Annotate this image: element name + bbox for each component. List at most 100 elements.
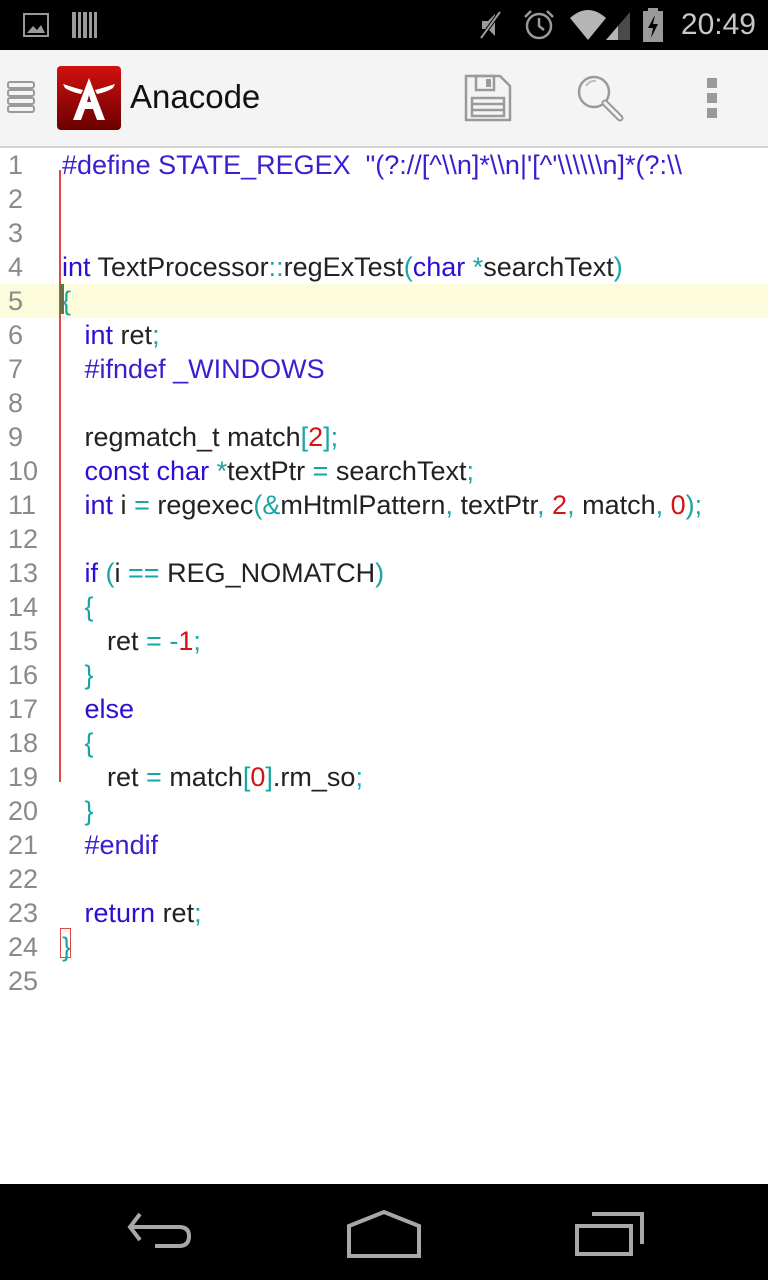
code-token: searchText <box>328 456 467 486</box>
code-line[interactable]: 10 const char *textPtr = searchText; <box>0 454 768 488</box>
home-button[interactable] <box>334 1204 434 1264</box>
code-line[interactable]: 19 ret = match[0].rm_so; <box>0 760 768 794</box>
code-token: 0 <box>670 490 686 520</box>
battery-charging-icon <box>640 0 666 50</box>
code-line[interactable]: 14 { <box>0 590 768 624</box>
code-line[interactable]: 21 #endif <box>0 828 768 862</box>
code-editor[interactable]: 1 #define STATE_REGEX "(?://[^\\n]*\\n|'[… <box>0 148 768 1182</box>
code-token: = <box>312 456 329 486</box>
code-text: if (i == REG_NOMATCH) <box>62 556 385 590</box>
code-token: = <box>146 762 162 792</box>
line-number: 5 <box>8 286 24 316</box>
code-token: { <box>84 728 94 758</box>
code-token: ret <box>62 762 147 792</box>
app-logo[interactable] <box>57 66 121 130</box>
line-number: 18 <box>8 728 39 758</box>
recent-apps-button[interactable] <box>560 1204 660 1264</box>
line-number: 8 <box>8 388 24 418</box>
code-line[interactable]: 4 int TextProcessor::regExTest(char *sear… <box>0 250 768 284</box>
line-number: 24 <box>8 932 39 962</box>
code-token: textPtr <box>452 490 538 520</box>
drawer-toggle[interactable] <box>6 78 36 118</box>
code-line[interactable]: 13 if (i == REG_NOMATCH) <box>0 556 768 590</box>
matching-brace-highlight <box>60 928 71 958</box>
code-line[interactable]: 9 regmatch_t match[2]; <box>0 420 768 454</box>
line-number: 2 <box>8 184 24 214</box>
code-line[interactable]: 6 int ret; <box>0 318 768 352</box>
line-number: 11 <box>8 490 37 520</box>
line-number: 7 <box>8 354 24 384</box>
code-text: int TextProcessor::regExTest(char *searc… <box>62 250 623 284</box>
code-token: , <box>567 490 575 520</box>
code-line[interactable]: 7 #ifndef _WINDOWS <box>0 352 768 386</box>
code-token: ; <box>194 898 202 928</box>
code-line[interactable]: 15 ret = -1; <box>0 624 768 658</box>
code-line[interactable]: 25 <box>0 964 768 998</box>
line-number: 13 <box>8 558 39 588</box>
more-vertical-icon <box>707 78 717 118</box>
alarm-icon <box>522 0 556 50</box>
code-text: return ret; <box>62 896 202 930</box>
code-line[interactable]: 8 <box>0 386 768 420</box>
code-token: #endif <box>84 830 159 860</box>
code-line[interactable]: 1 #define STATE_REGEX "(?://[^\\n]*\\n|'[… <box>0 148 768 182</box>
code-token: match <box>574 490 656 520</box>
back-button[interactable] <box>110 1204 210 1264</box>
text-cursor <box>60 284 64 314</box>
code-token: == <box>128 558 160 588</box>
code-line[interactable]: 18 { <box>0 726 768 760</box>
code-line[interactable]: 2 <box>0 182 768 216</box>
code-token: ) <box>613 252 623 282</box>
code-text: int ret; <box>62 318 160 352</box>
line-number: 23 <box>8 898 39 928</box>
code-token: REG_NOMATCH <box>159 558 376 588</box>
code-token: searchText <box>483 252 614 282</box>
code-token: 2 <box>552 490 568 520</box>
code-line[interactable]: 20 } <box>0 794 768 828</box>
code-text: regmatch_t match[2]; <box>62 420 339 454</box>
code-token: match <box>161 762 243 792</box>
code-token: :: <box>268 252 284 282</box>
code-token: ret <box>62 626 147 656</box>
code-token: i <box>114 558 129 588</box>
code-token: , <box>445 490 453 520</box>
code-line[interactable]: 23 return ret; <box>0 896 768 930</box>
code-line[interactable]: 12 <box>0 522 768 556</box>
code-token: ; <box>466 456 474 486</box>
code-token: #define STATE_REGEX "(?://[^\\n]*\\n|'[^… <box>62 150 682 180</box>
code-line[interactable]: 24} <box>0 930 768 964</box>
save-button[interactable] <box>458 70 518 126</box>
code-text: #endif <box>62 828 159 862</box>
code-line[interactable]: 11 int i = regexec(&mHtmlPattern, textPt… <box>0 488 768 522</box>
barcode-notification-icon <box>70 0 98 50</box>
search-button[interactable] <box>570 70 630 126</box>
code-token: ret <box>113 320 153 350</box>
code-token: , <box>537 490 553 520</box>
code-token: char <box>412 252 466 282</box>
code-line[interactable]: 3 <box>0 216 768 250</box>
code-token: ); <box>685 490 703 520</box>
code-token: .rm_so <box>272 762 356 792</box>
code-token: 2 <box>308 422 324 452</box>
code-line[interactable]: 16 } <box>0 658 768 692</box>
code-token: [ <box>300 422 309 452</box>
overflow-menu-button[interactable] <box>682 70 742 126</box>
code-text: const char *textPtr = searchText; <box>62 454 474 488</box>
floppy-disk-icon <box>464 74 512 122</box>
code-line[interactable]: 22 <box>0 862 768 896</box>
code-token: ( <box>403 252 413 282</box>
code-line[interactable]: 17 else <box>0 692 768 726</box>
code-text: { <box>62 590 94 624</box>
code-token: TextProcessor <box>90 252 269 282</box>
code-token: regExTest <box>283 252 404 282</box>
line-number: 21 <box>8 830 39 860</box>
code-line[interactable]: 5{ <box>0 284 768 318</box>
line-number: 3 <box>8 218 24 248</box>
